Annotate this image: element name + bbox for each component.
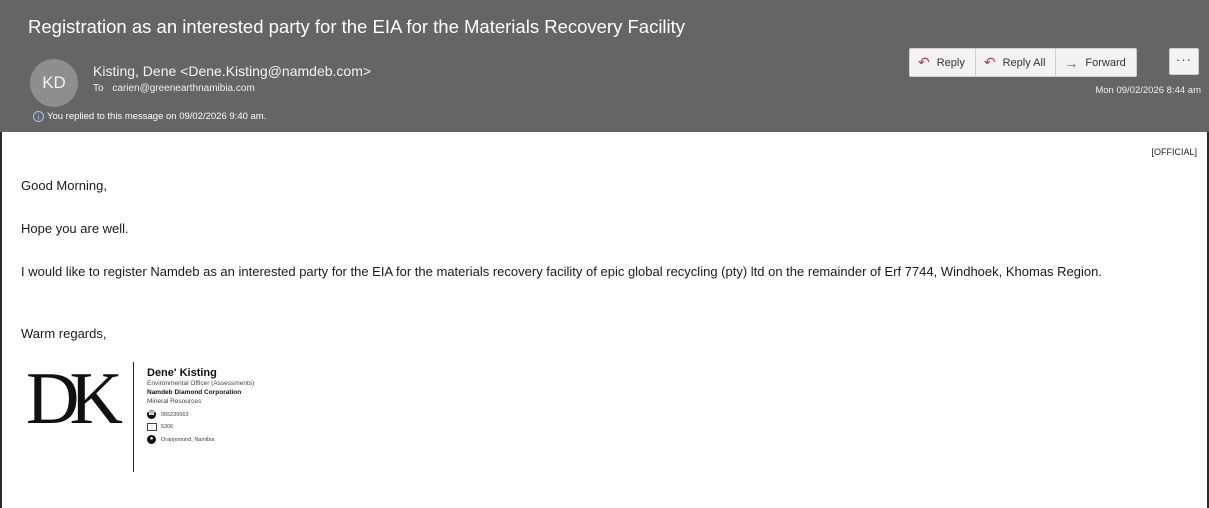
signature-name: Dene' Kisting (147, 367, 217, 379)
signature-phone-row: ☎ 065239663 (147, 410, 254, 419)
signature-office: 5306 (161, 424, 174, 430)
signature-divider (133, 362, 134, 472)
avatar-initials: KD (42, 73, 66, 92)
reply-all-arrow-icon: ↶ (983, 54, 996, 70)
greeting-text: Good Morning, (21, 178, 107, 193)
signature-logo: DK (26, 358, 123, 440)
signature-details: Dene' Kisting Environmental Officer (Ass… (147, 367, 254, 444)
closing-text: Warm regards, (21, 326, 107, 341)
forward-arrow-icon: → (1064, 54, 1079, 71)
more-actions-button[interactable]: ··· (1169, 48, 1199, 75)
email-header: Registration as an interested party for … (0, 0, 1209, 132)
location-pin-icon: ● (147, 435, 156, 444)
reply-arrow-icon: ↶ (918, 54, 930, 70)
signature-division: Mineral Resources (147, 398, 202, 405)
reply-button[interactable]: ↶ Reply (910, 49, 976, 76)
phone-icon: ☎ (147, 410, 156, 419)
reply-label: Reply (936, 56, 965, 69)
body-line-1: Hope you are well. (21, 221, 129, 236)
signature-location-row: ● Oranjemund, Namibia (147, 435, 254, 444)
office-icon (147, 423, 157, 431)
to-label: To (93, 83, 104, 94)
body-line-2: I would like to register Namdeb as an in… (21, 264, 1102, 279)
replied-notice: i You replied to this message on 09/02/2… (33, 111, 266, 122)
recipient-address[interactable]: carien@greenearthnamibia.com (112, 83, 254, 94)
signature-company: Namdeb Diamond Corporation (147, 389, 242, 396)
signature-title: Environmental Officer (Assessments) (147, 380, 255, 387)
signature-phone: 065239663 (161, 411, 189, 418)
replied-notice-text: You replied to this message on 09/02/202… (47, 111, 267, 122)
sender-avatar[interactable]: KD (30, 59, 78, 107)
signature-location: Oranjemund, Namibia (161, 436, 215, 443)
info-icon: i (33, 111, 44, 122)
email-subject: Registration as an interested party for … (28, 16, 686, 37)
forward-button[interactable]: → Forward (1056, 49, 1135, 76)
reply-all-label: Reply All (1002, 56, 1046, 69)
classification-label: [OFFICIAL] (1151, 147, 1197, 157)
signature-office-row: 5306 (147, 423, 254, 431)
sent-date: Mon 09/02/2026 8:44 am (1095, 85, 1201, 96)
recipient-line: To carien@greenearthnamibia.com (93, 83, 255, 94)
sender-name[interactable]: Kisting, Dene <Dene.Kisting@namdeb.com> (93, 63, 371, 79)
message-actions: ↶ Reply ↶ Reply All → Forward (909, 48, 1137, 77)
reply-all-button[interactable]: ↶ Reply All (976, 49, 1057, 76)
forward-label: Forward (1085, 56, 1126, 69)
